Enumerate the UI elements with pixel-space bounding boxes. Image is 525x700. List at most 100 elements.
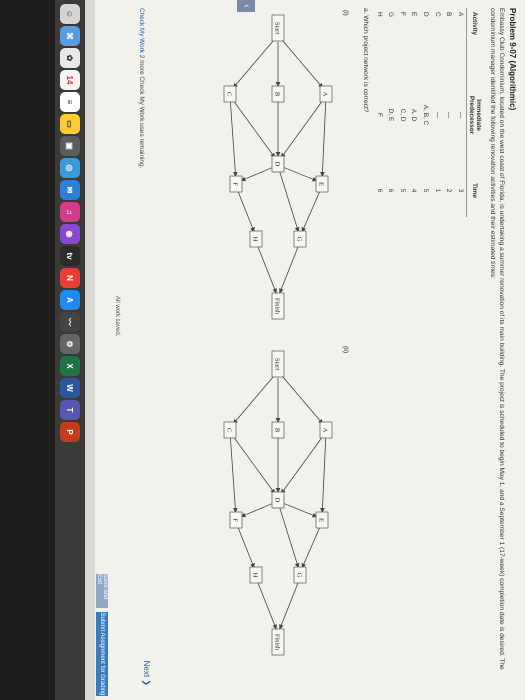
node-finish: Finish xyxy=(271,292,285,320)
safari-icon[interactable]: ◎ xyxy=(60,158,80,178)
podcasts-icon[interactable]: ◉ xyxy=(60,224,80,244)
table-row: A —3 xyxy=(456,12,464,193)
check-remaining: 2 more Check My Work uses remaining. xyxy=(138,54,145,169)
node-label-finish: Finish xyxy=(274,634,281,651)
node-b: B xyxy=(271,421,285,439)
save-status: All work saved. xyxy=(114,296,120,337)
header-time: Time xyxy=(466,164,483,217)
app-store-icon[interactable]: A xyxy=(60,290,80,310)
activity-table: Activity Immediate Predecessor Time A —3 B… xyxy=(373,8,483,217)
node-label-h: H xyxy=(252,237,259,242)
node-label-e: E xyxy=(318,182,325,186)
edge-C-F xyxy=(230,101,238,177)
node-a: A xyxy=(319,85,333,103)
node-label-f: F xyxy=(232,182,239,186)
itunes-icon[interactable]: ♫ xyxy=(60,202,80,222)
activity-monitor-icon[interactable]: 〰 xyxy=(60,312,80,332)
node-label-f: F xyxy=(232,518,239,522)
node-c: C xyxy=(223,421,237,439)
node-g: G xyxy=(293,566,307,584)
excel-icon[interactable]: X xyxy=(60,356,80,376)
notes-icon[interactable]: ≡ xyxy=(60,92,80,112)
apple-tv-icon[interactable]: tv xyxy=(60,246,80,266)
option-ii-label[interactable]: (ii) xyxy=(342,346,349,353)
laptop-bezel xyxy=(0,0,55,700)
table-row: F C, D5 xyxy=(398,12,406,193)
submit-button[interactable]: Submit Assignment for Grading xyxy=(96,612,108,696)
node-a: A xyxy=(319,421,333,439)
photos-icon[interactable]: ✿ xyxy=(60,48,80,68)
launchpad-icon[interactable]: ⌘ xyxy=(60,26,80,46)
edge-E-G xyxy=(301,191,321,233)
edge-D-E xyxy=(283,166,318,182)
node-label-h: H xyxy=(252,573,259,578)
node-d: D xyxy=(271,491,285,509)
previous-arrow-icon[interactable]: ‹ xyxy=(237,0,255,12)
node-label-a: A xyxy=(322,428,329,433)
edge-C-D xyxy=(233,436,276,495)
news-icon[interactable]: N xyxy=(60,268,80,288)
edge-D-G xyxy=(279,171,300,233)
edge-G-finish xyxy=(279,246,299,294)
option-i-label[interactable]: (i) xyxy=(342,10,349,16)
preview-icon[interactable]: ▣ xyxy=(60,136,80,156)
node-label-g: G xyxy=(296,237,303,242)
edge-F-H xyxy=(237,191,255,233)
edge-E-G xyxy=(301,527,321,569)
finder-icon[interactable]: ☺ xyxy=(60,4,80,24)
next-button[interactable]: Next ❯ xyxy=(142,661,151,686)
teams-icon[interactable]: T xyxy=(60,400,80,420)
edge-start-C xyxy=(233,375,275,425)
powerpoint-icon[interactable]: P xyxy=(60,422,80,442)
system-preferences-icon[interactable]: ⚙ xyxy=(60,334,80,354)
assignment-page: Problem 9-07 (Algorithmic) Embassy Club … xyxy=(95,0,525,700)
edge-C-D xyxy=(233,100,276,159)
edge-D-G xyxy=(279,507,300,569)
node-b: B xyxy=(271,85,285,103)
node-label-g: G xyxy=(296,573,303,578)
edge-D-F xyxy=(240,503,273,518)
node-label-b: B xyxy=(274,428,281,433)
word-icon[interactable]: W xyxy=(60,378,80,398)
node-e: E xyxy=(315,511,329,529)
dock: ☺ ⌘ ✿ 14 ≡ ▭ ▣ ◎ ✉ ♫ ◉ tv N A 〰 ⚙ X W T … xyxy=(55,0,85,700)
edge-D-E xyxy=(283,502,318,518)
network-option-i[interactable]: Start A B C D E F G H Finish xyxy=(215,14,340,334)
save-exit-button[interactable]: Save and Exit xyxy=(96,574,108,608)
table-row: G D, E6 xyxy=(387,12,395,193)
check-my-work: Check My Work 2 more Check My Work uses … xyxy=(138,8,145,168)
edge-A-E xyxy=(320,101,327,177)
question-a: a. Which project network is correct? xyxy=(362,8,369,113)
node-d: D xyxy=(271,155,285,173)
header-activity: Activity xyxy=(466,8,483,66)
edge-F-H xyxy=(237,527,255,569)
header-predecessor: Immediate Predecessor xyxy=(466,66,483,164)
edge-H-finish xyxy=(257,582,277,630)
table-row: HF6 xyxy=(375,12,383,193)
node-label-a: A xyxy=(322,92,329,97)
problem-title: Problem 9-07 (Algorithmic) xyxy=(508,8,517,111)
edge-D-F xyxy=(240,167,273,182)
check-my-work-link[interactable]: Check My Work xyxy=(138,8,145,53)
node-label-start: Start xyxy=(274,22,281,34)
table-row: D A, B, C5 xyxy=(421,12,429,193)
node-f: F xyxy=(229,175,243,193)
network-option-ii[interactable]: Start A B C D E F G H Finish xyxy=(215,350,340,670)
node-label-e: E xyxy=(318,518,325,522)
node-label-start: Start xyxy=(274,358,281,370)
node-start: Start xyxy=(271,14,285,42)
node-label-d: D xyxy=(274,162,281,167)
edge-A-E xyxy=(320,437,327,513)
calendar-icon[interactable]: 14 xyxy=(60,70,80,90)
node-h: H xyxy=(249,230,263,248)
node-label-d: D xyxy=(274,498,281,503)
edge-A-D xyxy=(280,100,323,159)
edge-start-A xyxy=(281,375,323,425)
node-finish: Finish xyxy=(271,628,285,656)
stickies-icon[interactable]: ▭ xyxy=(60,114,80,134)
problem-intro: Embassy Club Condominium, located on the… xyxy=(489,8,505,670)
messages-icon[interactable]: ✉ xyxy=(60,180,80,200)
node-g: G xyxy=(293,230,307,248)
node-label-finish: Finish xyxy=(274,298,281,315)
node-e: E xyxy=(315,175,329,193)
